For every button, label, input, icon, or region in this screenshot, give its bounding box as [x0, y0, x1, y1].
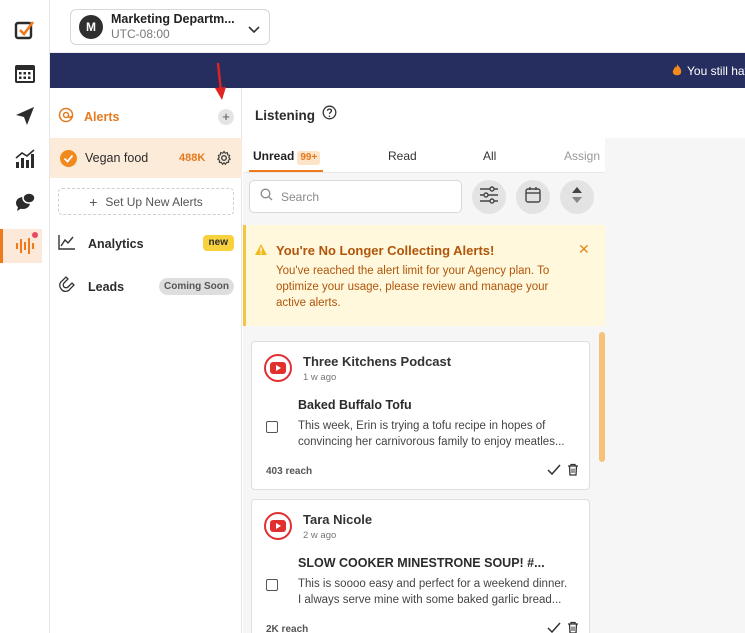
card-time: 2 w ago	[303, 530, 337, 541]
checkmark-icon[interactable]	[547, 463, 561, 481]
left-rail	[0, 0, 50, 633]
sidebar-item-analytics[interactable]: Analytics new	[58, 233, 234, 255]
alert-item-label: Vegan food	[85, 151, 149, 165]
setup-label: Set Up New Alerts	[105, 194, 203, 209]
trash-icon[interactable]	[567, 621, 579, 633]
sidebar-item-leads[interactable]: Leads Coming Soon	[58, 275, 234, 299]
card-source: Tara Nicole	[303, 512, 373, 527]
close-icon[interactable]: ✕	[578, 241, 590, 258]
help-circle-icon[interactable]	[322, 105, 337, 125]
alerts-header: Alerts +	[58, 106, 234, 128]
tab-read[interactable]: Read	[388, 149, 417, 163]
app-root: M Marketing Departm... UTC-08:00 You sti…	[0, 0, 745, 633]
setup-new-alerts-button[interactable]: + Set Up New Alerts	[58, 188, 234, 215]
feed-tabs: Unread 99+ Read All Assign	[243, 138, 605, 173]
banner-text: You still hav	[687, 64, 745, 78]
card-checkbox[interactable]	[266, 579, 278, 591]
flame-icon	[672, 64, 682, 77]
checkmark-icon[interactable]	[547, 621, 561, 633]
card-body: This week, Erin is trying a tofu recipe …	[298, 420, 565, 448]
youtube-icon	[264, 354, 292, 382]
sort-button[interactable]	[560, 180, 594, 214]
send-icon[interactable]	[12, 103, 38, 129]
warning-body: You've reached the alert limit for your …	[276, 265, 550, 309]
tab-assign[interactable]: Assign	[564, 149, 600, 163]
active-tab-underline	[249, 170, 323, 172]
card-actions	[547, 621, 579, 633]
listening-sidebar: Alerts + Vegan food 488K + Set Up New Al…	[50, 88, 242, 633]
card-source: Three Kitchens Podcast	[303, 354, 452, 369]
at-sign-icon	[58, 107, 74, 128]
sort-arrows-icon	[570, 185, 584, 210]
chat-bubbles-icon[interactable]	[12, 189, 38, 215]
magnet-icon	[58, 275, 76, 299]
workspace-selector[interactable]: M Marketing Departm... UTC-08:00	[70, 9, 270, 45]
listening-header: Listening	[255, 105, 337, 125]
card-title: SLOW COOKER MINESTRONE SOUP! #...	[298, 556, 545, 570]
alert-item-count: 488K	[179, 152, 206, 164]
detail-pane	[605, 138, 745, 633]
red-arrow-icon	[212, 62, 228, 107]
unread-count-badge: 99+	[297, 151, 321, 165]
workspace-name: Marketing Departm...	[111, 12, 235, 26]
alert-limit-warning: You're No Longer Collecting Alerts! You'…	[243, 225, 605, 326]
notification-dot	[32, 232, 38, 238]
trash-icon[interactable]	[567, 463, 579, 481]
search-box[interactable]	[249, 180, 462, 213]
page-title: Listening	[255, 107, 315, 123]
tab-unread[interactable]: Unread 99+	[253, 149, 321, 165]
tab-all[interactable]: All	[483, 149, 496, 163]
notice-banner: You still hav	[50, 53, 745, 88]
card-actions	[547, 463, 579, 481]
warning-title: You're No Longer Collecting Alerts!	[276, 243, 495, 258]
card-reach: 2K reach	[266, 624, 309, 633]
new-badge: new	[202, 235, 234, 251]
analytics-chart-icon[interactable]	[12, 146, 38, 172]
line-chart-icon	[58, 234, 76, 255]
card-time: 1 w ago	[303, 372, 337, 383]
search-icon	[260, 188, 273, 206]
top-bar: M Marketing Departm... UTC-08:00	[50, 0, 745, 53]
search-input[interactable]	[281, 189, 451, 204]
alert-item-vegan-food[interactable]: Vegan food 488K	[50, 138, 242, 178]
calendar-icon	[524, 186, 542, 209]
warning-triangle-icon	[254, 243, 268, 261]
feed-scrollbar[interactable]	[599, 332, 605, 462]
mention-card[interactable]: Three Kitchens Podcast 1 w ago Baked Buf…	[251, 341, 590, 490]
gear-icon[interactable]	[216, 150, 232, 171]
mention-card[interactable]: Tara Nicole 2 w ago SLOW COOKER MINESTRO…	[251, 499, 590, 633]
alerts-feed: Unread 99+ Read All Assign Search You're…	[243, 138, 605, 633]
date-filter-button[interactable]	[516, 180, 550, 214]
task-check-icon[interactable]	[12, 17, 38, 43]
workspace-avatar: M	[79, 15, 103, 39]
card-body: This is soooo easy and perfect for a wee…	[298, 578, 568, 606]
card-title: Baked Buffalo Tofu	[298, 398, 412, 412]
plus-icon: +	[89, 193, 98, 210]
right-header-area	[605, 88, 745, 138]
chevron-down-icon	[248, 22, 260, 40]
analytics-label: Analytics	[88, 237, 144, 251]
card-checkbox[interactable]	[266, 421, 278, 433]
card-reach: 403 reach	[266, 466, 313, 477]
leads-label: Leads	[88, 280, 125, 294]
filter-button[interactable]	[472, 180, 506, 214]
youtube-icon	[264, 512, 292, 540]
alerts-label[interactable]: Alerts	[84, 110, 119, 124]
add-alert-button[interactable]: +	[218, 109, 234, 125]
check-circle-icon	[60, 150, 77, 167]
coming-soon-badge: Coming Soon	[159, 278, 234, 295]
calendar-icon[interactable]	[12, 60, 38, 86]
workspace-timezone: UTC-08:00	[111, 27, 170, 41]
sliders-icon	[479, 185, 499, 209]
